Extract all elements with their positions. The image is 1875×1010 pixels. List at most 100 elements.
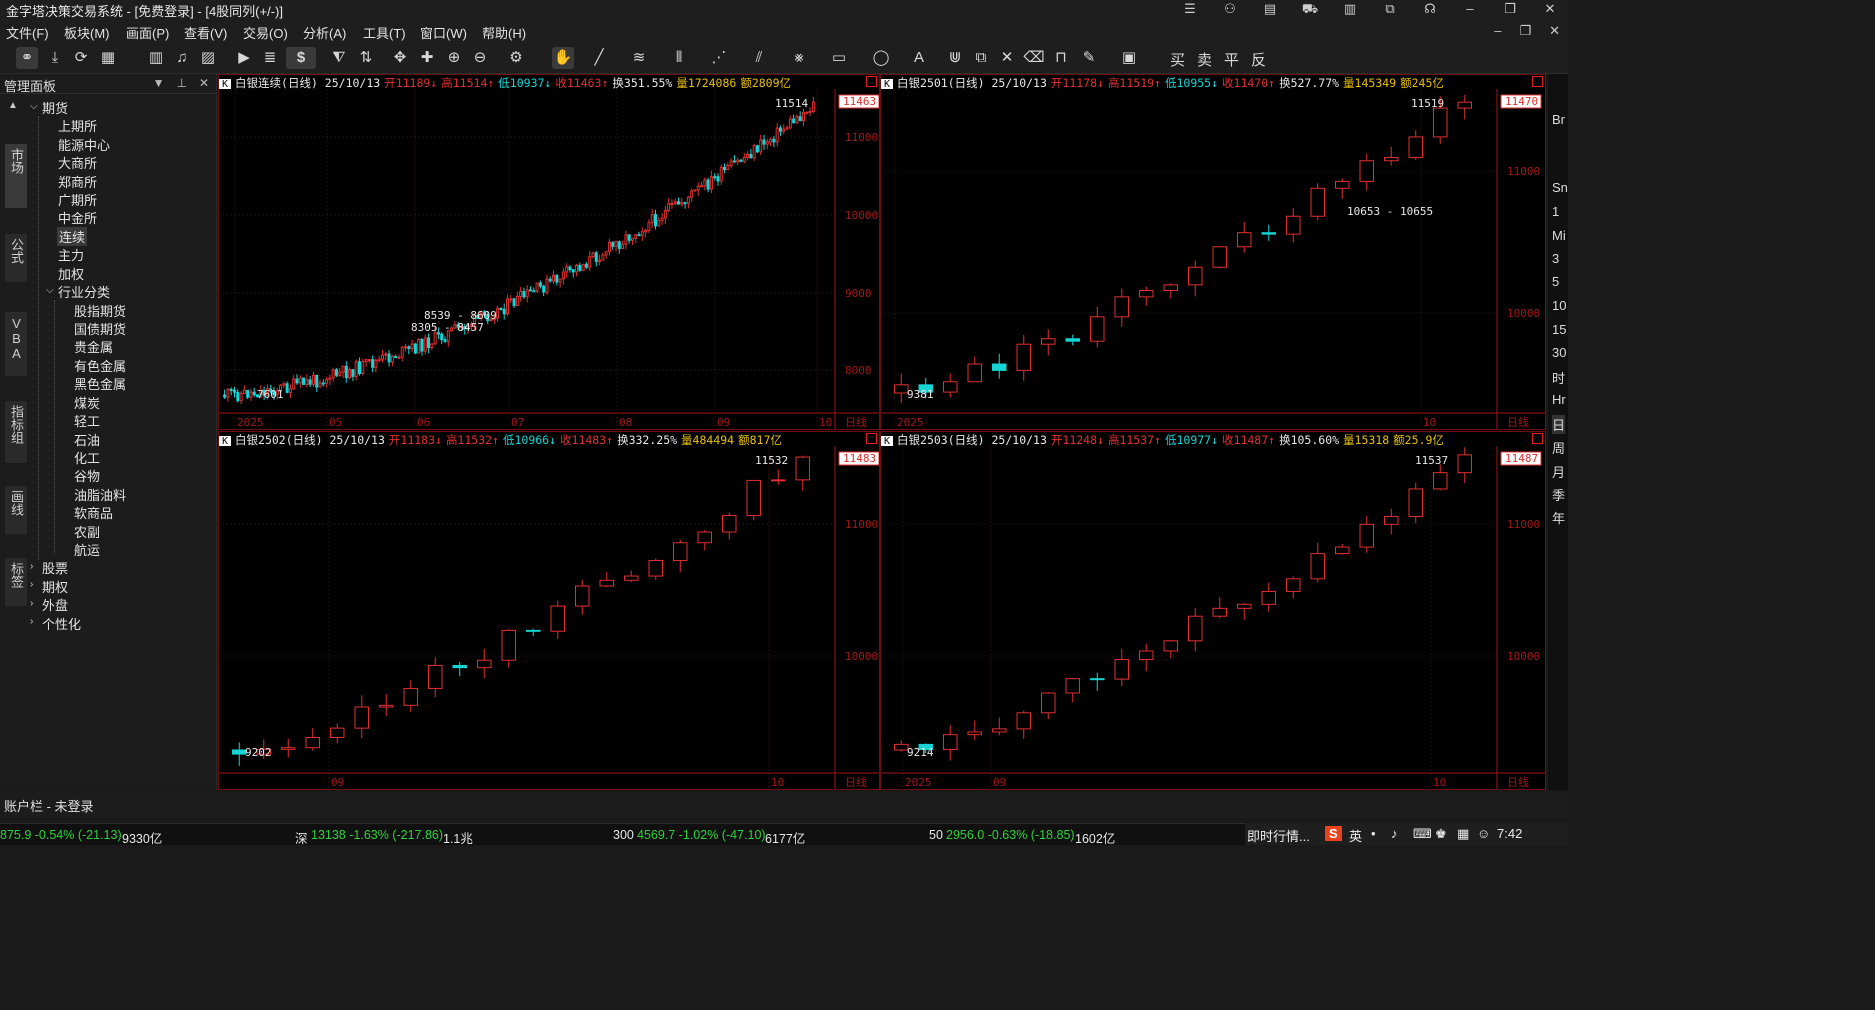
save-icon[interactable]: ▣: [1118, 47, 1140, 69]
period-hour[interactable]: 时: [1552, 368, 1565, 387]
period-5[interactable]: 5: [1552, 274, 1559, 289]
period-quarter[interactable]: 年: [1552, 508, 1565, 527]
sogou-ime-icon[interactable]: S: [1325, 826, 1342, 841]
buy-button[interactable]: 买: [1170, 49, 1185, 70]
tree-index-futures[interactable]: 股指期货: [74, 301, 126, 320]
text-icon[interactable]: A: [908, 47, 930, 69]
tree-oilseeds[interactable]: 油脂油料: [74, 485, 126, 504]
period-day[interactable]: 日: [1552, 415, 1566, 434]
lock-icon[interactable]: ⊓: [1050, 47, 1072, 69]
tab-indicator-group[interactable]: 指标组: [5, 401, 27, 463]
panel-close-icon[interactable]: ✕: [199, 76, 209, 90]
headset-icon[interactable]: ☊: [1420, 1, 1440, 19]
expand-stocks-icon[interactable]: ›: [30, 561, 33, 572]
candlestick-chart[interactable]: 11000 10000 9000 8000 2025 05 06 07 08 09 10 日线 1146…: [219, 75, 879, 429]
alarm-icon[interactable]: ♫: [171, 47, 193, 69]
pin-icon[interactable]: ⊥: [176, 76, 186, 90]
tab-market[interactable]: 市场: [5, 144, 27, 208]
vertical-lines-icon[interactable]: ⦀: [668, 47, 690, 69]
menu-window[interactable]: 窗口(W): [420, 23, 467, 42]
period-sn[interactable]: Sn: [1552, 180, 1568, 195]
toolbox-icon[interactable]: ▦: [1457, 826, 1469, 842]
tree-main[interactable]: 主力: [58, 245, 84, 264]
chart-panel-silver-2503[interactable]: K 白银2503(日线) 25/10/13 开11248↓ 高11537↑ 低10977…: [880, 431, 1546, 790]
csi300-quote[interactable]: 4569.7 -1.02% (-47.10): [637, 828, 766, 842]
document-icon[interactable]: ▤: [1260, 1, 1280, 19]
tab-tags[interactable]: 标签: [5, 558, 27, 606]
cart-icon[interactable]: ⛟: [1300, 1, 1320, 19]
expand-options-icon[interactable]: ›: [30, 579, 33, 590]
tree-gfex[interactable]: 广期所: [58, 190, 97, 209]
tree-czce[interactable]: 郑商所: [58, 172, 97, 191]
period-1[interactable]: 1: [1552, 204, 1559, 219]
tree-cffex[interactable]: 中金所: [58, 208, 97, 227]
tree-grain[interactable]: 谷物: [74, 466, 100, 485]
tree-oil[interactable]: 石油: [74, 430, 100, 449]
expand-custom-icon[interactable]: ›: [30, 616, 33, 627]
flat-button[interactable]: 平: [1224, 49, 1239, 70]
mascot-icon[interactable]: ☺: [1477, 826, 1490, 841]
parallel-lines-icon[interactable]: ≋: [628, 47, 650, 69]
link-icon[interactable]: ⧉: [1380, 1, 1400, 19]
tab-formula[interactable]: 公式: [5, 234, 27, 282]
candlestick-chart[interactable]: 11000 10000 09 10 日线 11483 11532 9202: [219, 432, 879, 789]
crosshair-icon[interactable]: ✚: [416, 47, 438, 69]
minimize-icon[interactable]: –: [1460, 1, 1480, 19]
tab-drawing[interactable]: 画线: [5, 486, 27, 534]
reverse-button[interactable]: 反: [1251, 49, 1266, 70]
period-3[interactable]: 3: [1552, 251, 1559, 266]
tree-coal[interactable]: 煤炭: [74, 393, 100, 412]
tree-custom[interactable]: 个性化: [42, 614, 81, 633]
period-10[interactable]: 10: [1552, 298, 1566, 313]
period-month[interactable]: 季: [1552, 485, 1565, 504]
chart-panel-silver-2501[interactable]: K 白银2501(日线) 25/10/13 开11178↓ 高11519↑ 低10955…: [880, 74, 1546, 430]
list-icon[interactable]: ≣: [259, 47, 281, 69]
chart-panel-silver-continuous[interactable]: K 白银连续(日线) 25/10/13 开11189↓ 高11514↑ 低10937↓ 收…: [218, 74, 880, 430]
tree-stocks[interactable]: 股票: [42, 558, 68, 577]
expand-industry-icon[interactable]: ⌵: [46, 285, 54, 296]
tree-soft[interactable]: 软商品: [74, 503, 113, 522]
sse50-quote[interactable]: 2956.0 -0.63% (-18.85): [946, 828, 1075, 842]
tree-agri[interactable]: 农副: [74, 522, 100, 541]
period-hr[interactable]: Hr: [1552, 392, 1566, 407]
tab-vba[interactable]: VBA: [5, 312, 27, 376]
tree-weighted[interactable]: 加权: [58, 264, 84, 283]
period-br[interactable]: Br: [1552, 112, 1565, 127]
chart-panel-silver-2502[interactable]: K 白银2502(日线) 25/10/13 开11183↓ 高11532↑ 低10966…: [218, 431, 880, 790]
move-icon[interactable]: ✥: [389, 47, 411, 69]
refresh-icon[interactable]: ⟳: [70, 47, 92, 69]
tree-continuous[interactable]: 连续: [57, 227, 88, 246]
tree-shipping[interactable]: 航运: [74, 540, 100, 559]
zoom-out-icon[interactable]: ⊖: [469, 47, 491, 69]
download-icon[interactable]: ⤓: [44, 47, 66, 69]
image-icon[interactable]: ▨: [197, 47, 219, 69]
skin-icon[interactable]: ♚: [1435, 826, 1447, 842]
news-ticker[interactable]: 即时行情...: [1247, 826, 1310, 845]
filter-icon[interactable]: ⧨: [328, 47, 350, 69]
trash-icon[interactable]: ⌫: [1023, 47, 1045, 69]
menu-view[interactable]: 查看(V): [184, 23, 227, 42]
tree-chemical[interactable]: 化工: [74, 448, 100, 467]
tree-futures[interactable]: 期货: [42, 98, 68, 117]
mdi-restore-icon[interactable]: ❐: [1519, 23, 1531, 39]
cross-lines-icon[interactable]: ⨳: [788, 47, 810, 69]
tree-ferrous[interactable]: 黑色金属: [74, 374, 126, 393]
sz-index-quote[interactable]: 13138 -1.63% (-217.86): [311, 828, 443, 842]
microphone-icon[interactable]: ♪: [1391, 826, 1398, 841]
menu-file[interactable]: 文件(F): [6, 23, 49, 42]
menu-tools[interactable]: 工具(T): [363, 23, 406, 42]
link-tool-icon[interactable]: ⚭: [16, 47, 38, 69]
zoom-in-icon[interactable]: ⊕: [443, 47, 465, 69]
delete-icon[interactable]: ✕: [996, 47, 1018, 69]
copy-icon[interactable]: ⧉: [970, 47, 992, 69]
candlestick-chart[interactable]: 11000 10000 2025 10 日线 11470 11519 9381 10653 - …: [881, 75, 1545, 429]
tree-industry[interactable]: 行业分类: [58, 282, 110, 301]
menu-trade[interactable]: 交易(O): [243, 23, 288, 42]
tree-ine[interactable]: 能源中心: [58, 135, 110, 154]
fan-icon[interactable]: ⋰: [708, 47, 730, 69]
tree-foreign[interactable]: 外盘: [42, 595, 68, 614]
tree-light-industry[interactable]: 轻工: [74, 411, 100, 430]
currency-button[interactable]: $: [286, 47, 316, 69]
stats-icon[interactable]: ▥: [1340, 1, 1360, 19]
channel-icon[interactable]: ⫽: [748, 47, 770, 69]
